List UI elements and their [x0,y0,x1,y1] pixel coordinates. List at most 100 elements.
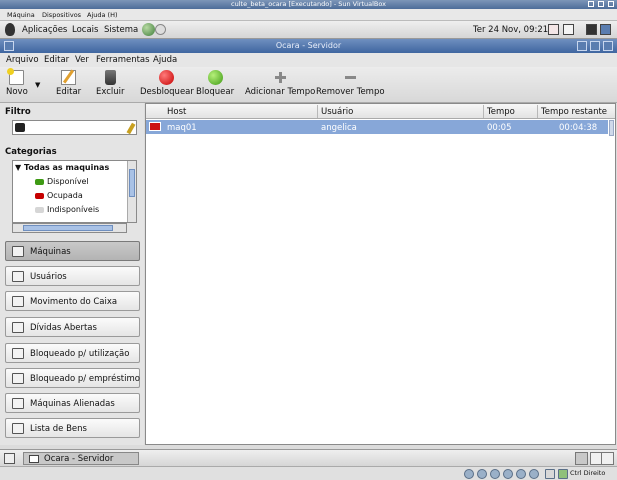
vbox-title: culte_beta_ocara [Executando] - Sun Virt… [231,0,386,8]
tree-item-disponivel[interactable]: Disponível [35,177,89,189]
nav-usuarios[interactable]: Usuários [5,266,140,286]
nav-maquinas[interactable]: Máquinas [5,241,140,261]
column-separator[interactable] [537,105,538,118]
tree-item-ocupada[interactable]: Ocupada [35,191,83,203]
tree-horizontal-scrollbar[interactable] [12,223,127,233]
vbox-minimize-button[interactable] [588,1,594,7]
menu-arquivo[interactable]: Arquivo [6,55,39,65]
window-minimize-button[interactable] [577,41,587,51]
remover-tempo-button[interactable]: Remover Tempo [316,70,385,97]
nav-movimento-caixa[interactable]: Movimento do Caixa [5,291,140,311]
bloquear-button[interactable]: Bloquear [196,70,234,97]
cdrom-icon[interactable] [477,469,487,479]
shared-folder-icon[interactable] [529,469,539,479]
nav-dividas-abertas[interactable]: Dívidas Abertas [5,317,140,337]
tree-item-label: Indisponíveis [47,205,100,214]
desbloquear-label: Desbloquear [140,87,194,97]
tree-vertical-scrollbar[interactable] [127,161,136,222]
show-desktop-icon[interactable] [4,453,15,464]
window-close-button[interactable] [603,41,613,51]
nav-bloqueado-utilizacao[interactable]: Bloqueado p/ utilização [5,343,140,363]
computer-icon [12,246,24,257]
adicionar-tempo-button[interactable]: Adicionar Tempo [245,70,315,97]
hdd-icon[interactable] [464,469,474,479]
nav-label: Máquinas [30,247,71,257]
browser-icon[interactable] [142,23,155,36]
panel-clock[interactable]: Ter 24 Nov, 09:21 [473,25,548,35]
trash-icon [104,70,116,85]
floppy-icon[interactable] [490,469,500,479]
sidebar: Filtro Categorias ▼ Todas as maquinas Di… [0,103,144,445]
vbox-maximize-button[interactable] [598,1,604,7]
green-circle-icon [207,70,223,85]
remover-tempo-label: Remover Tempo [316,87,385,97]
vbox-statusbar: Ctrl Direito [0,466,617,480]
clear-filter-icon[interactable] [126,122,136,135]
vbox-title-bar: culte_beta_ocara [Executando] - Sun Virt… [0,0,617,9]
novo-button[interactable]: Novo [6,68,28,97]
vbox-close-button[interactable] [608,1,614,7]
nav-label: Usuários [30,272,67,282]
column-separator[interactable] [483,105,484,118]
tray-window-icon[interactable] [563,24,574,35]
status-green-icon [35,178,44,185]
filtro-label: Filtro [5,107,31,117]
window-maximize-button[interactable] [590,41,600,51]
panel-menu-locais[interactable]: Locais [72,25,98,35]
foot-logo-icon[interactable] [5,23,15,36]
novo-dropdown-icon[interactable]: ▼ [35,81,40,89]
vbox-menu-maquina[interactable]: Máquina [7,11,35,19]
editar-button[interactable]: Editar [56,70,81,97]
vbox-menu-dispositivos[interactable]: Dispositivos [42,11,81,19]
taskbar-window-button[interactable]: Ocara - Servidor [23,452,139,465]
editar-label: Editar [56,87,82,97]
scrollbar-thumb[interactable] [23,225,113,231]
menu-ajuda[interactable]: Ajuda [153,55,177,65]
tree-root[interactable]: ▼ Todas as maquinas [15,163,109,175]
bottom-panel: Ocara - Servidor [0,449,617,466]
tray-network-icon[interactable] [600,24,611,35]
network-adapter-icon[interactable] [516,469,526,479]
column-host[interactable]: Host [167,107,186,117]
window-menu-icon[interactable] [4,41,14,51]
list-icon [12,423,24,434]
scrollbar-thumb[interactable] [129,169,135,197]
excluir-button[interactable]: Excluir [96,70,125,97]
workspace-1[interactable] [575,452,588,465]
menu-ver[interactable]: Ver [75,55,89,65]
plus-icon [273,70,288,85]
column-usuario[interactable]: Usuário [321,107,353,117]
cell-tempo: 00:05 [487,123,512,133]
nav-lista-bens[interactable]: Lista de Bens [5,418,140,438]
tree-root-label: Todas as maquinas [23,163,110,172]
computers-icon [12,398,24,409]
table-scrollbar[interactable] [609,120,614,136]
tray-monitor-icon[interactable] [586,24,597,35]
column-separator[interactable] [317,105,318,118]
column-tempo-restante[interactable]: Tempo restante [541,107,607,117]
panel-menu-sistema[interactable]: Sistema [104,25,138,35]
tray-alert-icon[interactable] [548,24,559,35]
taskbar-window-label: Ocara - Servidor [44,454,114,464]
panel-menu-aplicacoes[interactable]: Aplicações [22,25,67,35]
menu-editar[interactable]: Editar [44,55,69,65]
usb-icon[interactable] [503,469,513,479]
filter-input[interactable] [12,120,137,135]
mouse-integration-icon[interactable] [545,469,555,479]
new-document-icon [7,68,25,85]
table-row[interactable]: maq01 angelica 00:05 00:04:38 [146,120,608,134]
tree-item-indisponiveis[interactable]: Indisponíveis [35,205,99,217]
bloquear-label: Bloquear [196,87,235,97]
vbox-menu-ajuda[interactable]: Ajuda (H) [87,11,118,19]
desbloquear-button[interactable]: Desbloquear [140,70,194,97]
nav-maquinas-alienadas[interactable]: Máquinas Alienadas [5,393,140,413]
expander-icon[interactable]: ▼ [15,163,21,172]
nav-label: Bloqueado p/ empréstimo [30,374,140,384]
nav-bloqueado-emprestimo[interactable]: Bloqueado p/ empréstimo [5,368,140,388]
network-icon[interactable] [155,24,166,35]
category-tree: ▼ Todas as maquinas Disponível Ocupada I… [12,160,137,223]
status-red-icon [35,192,44,199]
trash-applet-icon[interactable] [601,452,614,465]
column-tempo[interactable]: Tempo [487,107,515,117]
menu-ferramentas[interactable]: Ferramentas [96,55,150,65]
